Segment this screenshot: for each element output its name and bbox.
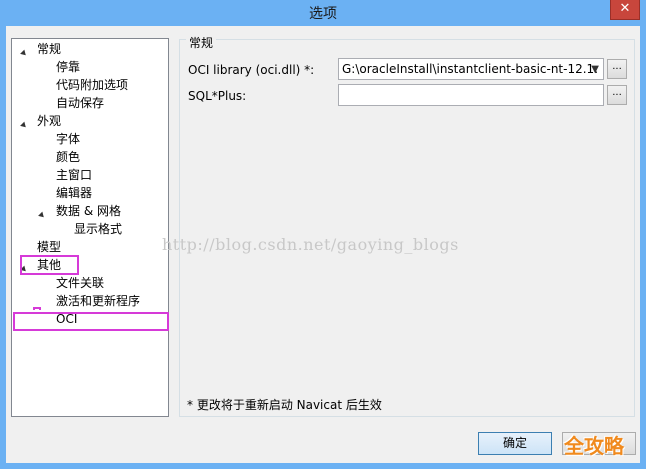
expand-arrow-icon[interactable] xyxy=(20,121,28,130)
window-title: 选项 xyxy=(309,6,337,22)
chevron-down-icon[interactable]: ▼ xyxy=(591,64,599,75)
title-bar: 选项 ✕ xyxy=(0,0,646,26)
tree-item-color[interactable]: 颜色 xyxy=(56,148,80,166)
restart-note: * 更改将于重新启动 Navicat 后生效 xyxy=(187,398,382,412)
sqlplus-label: SQL*Plus: xyxy=(188,89,247,103)
sqlplus-browse-button[interactable]: ... xyxy=(607,85,627,105)
tree-item-data-grid[interactable]: 数据 & 网格 xyxy=(56,202,121,220)
oci-library-label: OCI library (oci.dll) *: xyxy=(188,63,315,77)
highlight-marker xyxy=(33,307,41,310)
tree-item-display-format[interactable]: 显示格式 xyxy=(74,220,122,238)
tree-item-docking[interactable]: 停靠 xyxy=(56,58,80,76)
expand-arrow-icon[interactable] xyxy=(38,211,46,220)
options-tree: 常规 停靠 代码附加选项 自动保存 外观 字体 颜色 主窗口 编辑器 数据 & … xyxy=(11,38,169,417)
watermark-text: http://blog.csdn.net/gaoying_blogs xyxy=(162,235,459,254)
oci-library-combobox[interactable]: G:\oracleInstall\instantclient-basic-nt-… xyxy=(338,58,604,80)
tree-item-file-association[interactable]: 文件关联 xyxy=(56,274,104,292)
tree-item-model[interactable]: 模型 xyxy=(37,238,61,256)
oci-browse-button[interactable]: ... xyxy=(607,59,627,79)
highlight-box-other xyxy=(20,255,79,275)
tree-item-main-window[interactable]: 主窗口 xyxy=(56,166,92,184)
tree-item-autosave[interactable]: 自动保存 xyxy=(56,94,104,112)
tree-item-font[interactable]: 字体 xyxy=(56,130,80,148)
dialog-body: 常规 停靠 代码附加选项 自动保存 外观 字体 颜色 主窗口 编辑器 数据 & … xyxy=(6,26,640,463)
options-window: 选项 ✕ 常规 停靠 代码附加选项 自动保存 外观 字体 颜色 主窗口 编辑器 … xyxy=(0,0,646,469)
ok-button[interactable]: 确定 xyxy=(478,432,552,455)
group-title: 常规 xyxy=(186,34,217,51)
tree-item-appearance[interactable]: 外观 xyxy=(37,112,61,130)
tree-item-general[interactable]: 常规 xyxy=(37,40,61,58)
sqlplus-input[interactable] xyxy=(338,84,604,106)
close-icon: ✕ xyxy=(619,1,631,16)
expand-arrow-icon[interactable] xyxy=(20,49,28,58)
close-button[interactable]: ✕ xyxy=(610,0,640,20)
tree-item-code-options[interactable]: 代码附加选项 xyxy=(56,76,128,94)
highlight-box-oci xyxy=(13,312,169,331)
site-logo: 全攻略 xyxy=(564,434,624,458)
tree-item-editor[interactable]: 编辑器 xyxy=(56,184,92,202)
oci-library-value: G:\oracleInstall\instantclient-basic-nt-… xyxy=(342,62,599,76)
tree-item-activation-update[interactable]: 激活和更新程序 xyxy=(56,292,140,310)
